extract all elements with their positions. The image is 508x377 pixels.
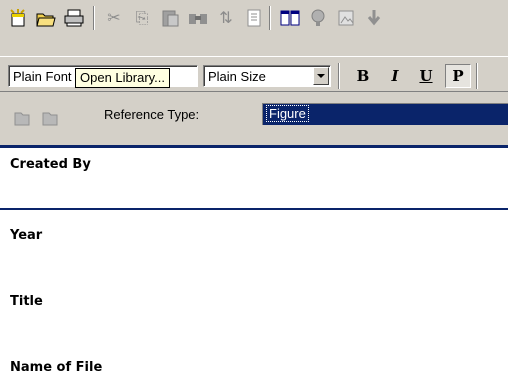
toolbar-separator	[476, 63, 478, 89]
underline-button[interactable]: U	[413, 64, 439, 88]
find-icon[interactable]	[184, 4, 212, 32]
image-icon[interactable]	[332, 4, 360, 32]
reference-type-value: Figure	[266, 105, 309, 122]
italic-button[interactable]: I	[382, 64, 408, 88]
copy-icon[interactable]: ⎘	[128, 4, 156, 32]
print-icon[interactable]	[60, 4, 88, 32]
format-icon[interactable]	[240, 4, 268, 32]
field-divider	[0, 208, 508, 210]
field-label-title: Title	[10, 294, 43, 309]
toolbar-separator	[338, 63, 340, 89]
size-select-value: Plain Size	[208, 69, 266, 84]
previous-reference-icon[interactable]	[10, 106, 34, 130]
reference-type-select[interactable]: Figure	[262, 103, 508, 125]
size-select[interactable]: Plain Size	[203, 65, 331, 87]
toolbar-separator	[93, 6, 95, 30]
reference-type-label: Reference Type:	[104, 107, 200, 122]
download-icon[interactable]	[360, 4, 388, 32]
plain-button[interactable]: P	[445, 64, 471, 88]
chevron-down-icon[interactable]	[313, 67, 329, 85]
main-toolbar: ✂ ⎘ ⇅	[0, 0, 508, 56]
new-reference-icon[interactable]	[4, 4, 32, 32]
font-select-value: Plain Font	[13, 69, 72, 84]
field-label-year: Year	[10, 228, 43, 243]
next-reference-icon[interactable]	[38, 106, 62, 130]
toolbar-separator	[269, 6, 271, 30]
sort-icon[interactable]: ⇅	[212, 4, 240, 32]
open-library-tooltip: Open Library...	[75, 68, 171, 88]
field-label-created-by: Created By	[10, 157, 91, 172]
paste-icon[interactable]	[156, 4, 184, 32]
bold-button[interactable]: B	[350, 64, 376, 88]
online-search-icon[interactable]	[304, 4, 332, 32]
field-label-name-of-file: Name of File	[10, 360, 103, 375]
open-folder-icon[interactable]	[32, 4, 60, 32]
show-all-icon[interactable]	[276, 4, 304, 32]
cut-icon[interactable]: ✂	[100, 4, 128, 32]
